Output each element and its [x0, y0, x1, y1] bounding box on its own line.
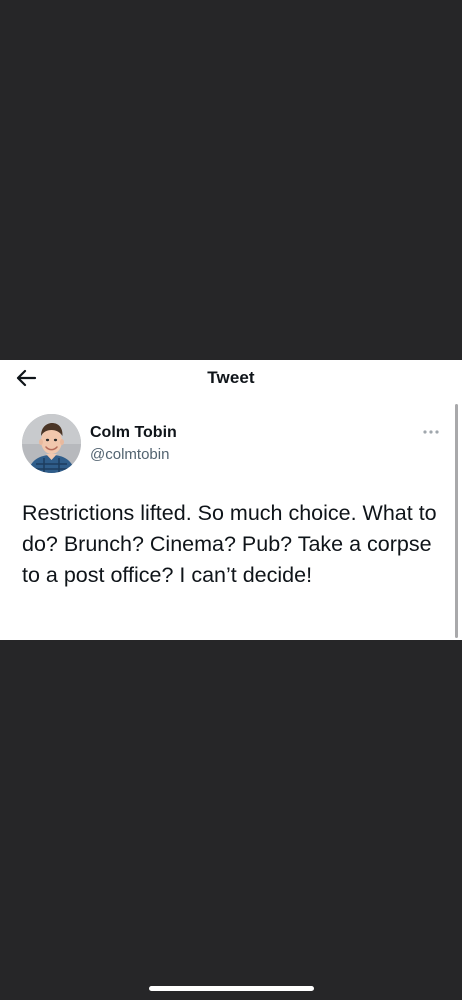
profile-photo [22, 414, 81, 473]
tweet-card: Tweet Colm Tobin @colmtobin Restrictions… [0, 360, 462, 640]
page-title: Tweet [207, 368, 255, 387]
scrollbar[interactable] [455, 404, 458, 638]
more-options-button[interactable] [420, 424, 442, 440]
author-name[interactable]: Colm Tobin [90, 424, 177, 442]
tweet-text: Restrictions lifted. So much choice. Wha… [22, 501, 437, 587]
author-handle[interactable]: @colmtobin [90, 446, 169, 463]
avatar[interactable] [22, 414, 81, 473]
more-horizontal-icon [423, 430, 439, 434]
home-indicator[interactable] [149, 986, 314, 991]
screen: Tweet Colm Tobin @colmtobin Restrictions… [0, 0, 462, 1000]
nav-bar: Tweet [0, 360, 462, 396]
